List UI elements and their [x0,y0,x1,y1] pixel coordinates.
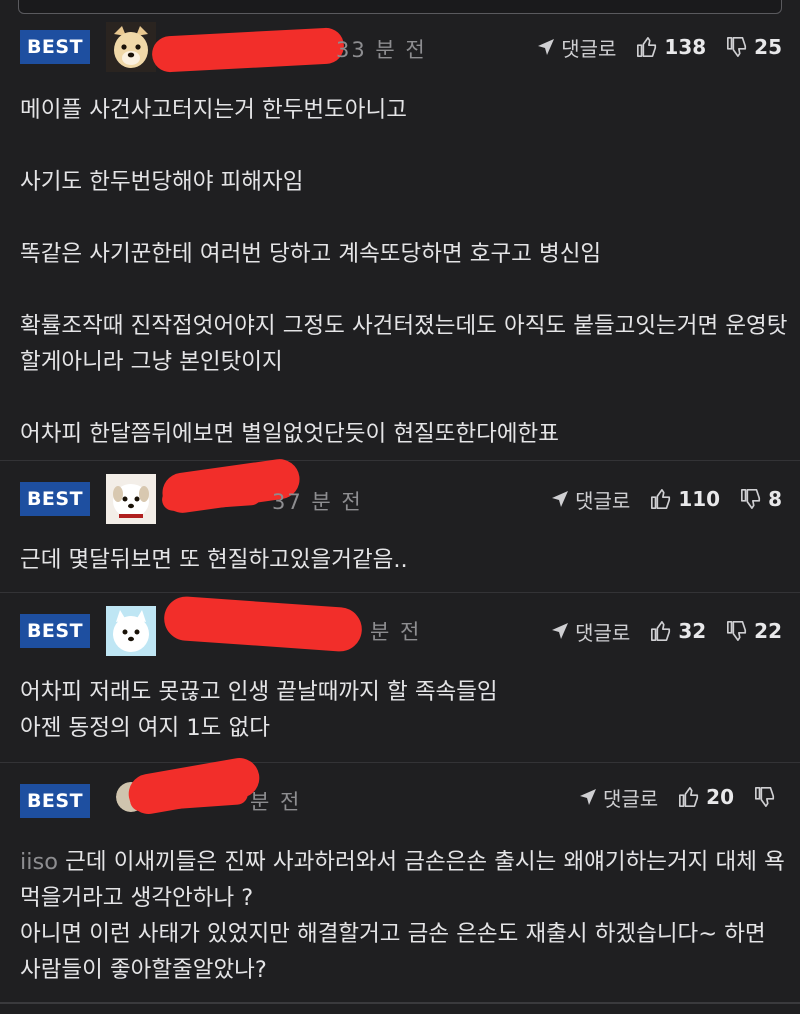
comment-text: iiso 근데 이새끼들은 진짜 사과하러와서 금손은손 출시는 왜얘기하는거지… [20,844,790,988]
comment-header: BEST 분 전 댓글로 32 22 [0,594,800,656]
comment-header: BEST 37 분 전 댓글로 110 8 [0,456,800,524]
like-count: 138 [664,35,707,59]
reply-arrow-icon [579,789,596,805]
reply-label: 댓글로 [575,488,631,513]
comment-time: 33 분 전 [336,38,427,62]
like-button[interactable]: 32 [650,619,706,643]
comment-time: 분 전 [370,620,422,644]
thumbs-up-icon [679,787,699,807]
comment-time: 분 전 [250,790,302,814]
mention-nickname[interactable]: iiso [20,849,58,875]
reply-button[interactable]: 댓글로 [579,783,658,812]
best-badge: BEST [20,482,90,516]
comment-actions: 댓글로 110 8 [531,482,782,516]
redacted-nickname [162,595,364,653]
comment-text-content: 근데 이새끼들은 진짜 사과하러와서 금손은손 출시는 왜얘기하는거지 대체 욕… [20,849,785,983]
dislike-count: 8 [768,487,782,511]
redacted-nickname [151,27,345,73]
dislike-button[interactable]: 22 [726,619,782,643]
like-button[interactable]: 138 [636,35,706,59]
best-badge: BEST [20,30,90,64]
reply-arrow-icon [552,623,569,639]
avatar[interactable] [106,22,156,72]
like-button[interactable]: 110 [650,487,720,511]
dog-avatar-icon [106,606,156,656]
reply-arrow-icon [538,39,555,55]
reply-label: 댓글로 [602,786,659,811]
comment-actions: 댓글로 32 22 [531,614,782,648]
like-count: 110 [678,487,721,511]
thumbs-down-icon [727,37,747,57]
thumbs-up-icon [637,37,657,57]
dog-avatar-icon [106,474,156,524]
comment-header: BEST 분 전 댓글로 20 [0,754,800,824]
like-button[interactable]: 20 [678,785,734,809]
thumbs-down-icon [741,489,761,509]
comment-actions: 댓글로 138 25 [517,30,782,64]
top-input-box[interactable] [18,0,782,14]
best-badge: BEST [20,614,90,648]
comment-item: BEST 분 전 댓글로 32 22 어차피 저래도 못끊고 인생 끝날때까지 … [0,594,800,763]
dislike-count: 25 [754,35,782,59]
reply-arrow-icon [552,491,569,507]
comment-item: BEST 33 분 전 댓글로 138 25 메이플 사건사고터지는거 한두번도… [0,18,800,461]
comment-header: BEST 33 분 전 댓글로 138 25 [0,18,800,78]
reply-button[interactable]: 댓글로 [551,485,630,514]
avatar[interactable] [106,606,156,656]
avatar[interactable] [106,474,156,524]
dislike-button[interactable]: 8 [740,487,782,511]
thumbs-down-icon [727,621,747,641]
thumbs-down-icon [755,787,775,807]
comment-item: BEST 37 분 전 댓글로 110 8 근데 몇달뒤보면 또 현질하고있을거… [0,456,800,593]
reply-label: 댓글로 [575,620,631,645]
dog-avatar-icon [106,22,156,72]
comment-text: 근데 몇달뒤보면 또 현질하고있을거같음.. [20,547,408,573]
like-count: 20 [706,785,734,809]
reply-button[interactable]: 댓글로 [537,33,616,62]
thumbs-up-icon [651,621,671,641]
comment-actions: 댓글로 20 [559,780,782,814]
dislike-count: 22 [754,619,782,643]
comment-text: 메이플 사건사고터지는거 한두번도아니고 사기도 한두번당해야 피해자임 똑같은… [20,97,788,447]
comment-time: 37 분 전 [272,490,363,514]
like-count: 32 [678,619,707,643]
reply-label: 댓글로 [561,36,617,61]
dislike-button[interactable] [754,786,782,808]
divider [0,1002,800,1004]
best-badge: BEST [20,784,90,818]
thumbs-up-icon [651,489,671,509]
comment-item: BEST 분 전 댓글로 20 iiso 근데 이새끼들은 진짜 사과하러와서 … [0,754,800,1000]
reply-button[interactable]: 댓글로 [551,617,630,646]
comment-text: 어차피 저래도 못끊고 인생 끝날때까지 할 족속들임 아젠 동정의 여지 1도… [20,679,498,741]
dislike-button[interactable]: 25 [726,35,782,59]
